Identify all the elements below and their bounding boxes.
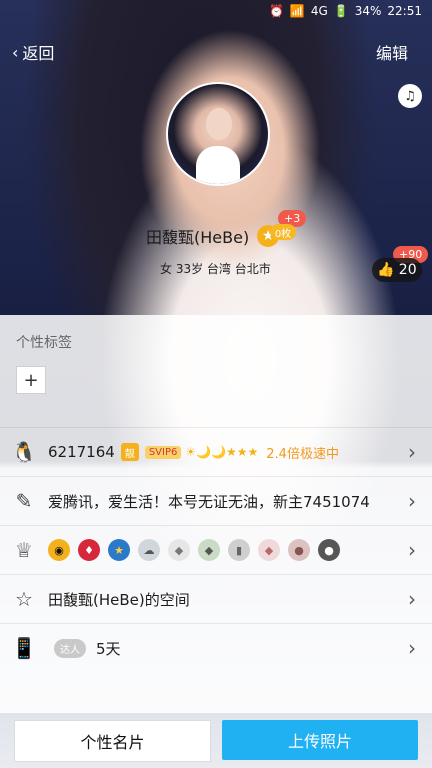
signature-row[interactable]: ✎ 爱腾讯，爱生活！本号无证无油，新主7451074 › bbox=[0, 476, 432, 525]
qq-number: 6217164 bbox=[48, 443, 115, 461]
signature-text: 爱腾讯，爱生活！本号无证无油，新主7451074 bbox=[48, 492, 370, 511]
coin-badge: 0枚 bbox=[270, 224, 296, 240]
talent-badge: 达人 bbox=[54, 638, 86, 658]
chevron-right-icon: › bbox=[408, 489, 416, 513]
badges-row[interactable]: ♕ ◉ ♦ ★ ☁ ◆ ◆ ▮ ◆ ● ● › bbox=[0, 525, 432, 574]
avatar[interactable] bbox=[166, 82, 270, 186]
qq-row[interactable]: 🐧 6217164 靓 SVIP6 ☀🌙🌙★★★ 2.4倍极速中 › bbox=[0, 427, 432, 476]
battery-icon: 🔋 bbox=[333, 4, 349, 18]
tag-badge: ● bbox=[288, 539, 310, 561]
chevron-right-icon: › bbox=[408, 440, 416, 464]
cute-number-badge: 靓 bbox=[120, 443, 139, 461]
card-badge: ▮ bbox=[228, 539, 250, 561]
upload-photo-button[interactable]: 上传照片 bbox=[222, 720, 418, 760]
clock: 22:51 bbox=[387, 4, 422, 18]
qq-icon: 🐧 bbox=[11, 440, 37, 464]
personal-card-button[interactable]: 个性名片 bbox=[14, 720, 211, 762]
pot-badge: ● bbox=[318, 539, 340, 561]
pencil-icon: ✎ bbox=[15, 489, 33, 513]
tags-title: 个性标签 bbox=[16, 335, 72, 351]
blue-star-badge: ★ bbox=[108, 539, 130, 561]
wifi-icon: 📶 bbox=[289, 4, 305, 18]
top-bar: ‹ 返回 编辑 bbox=[0, 30, 432, 74]
chevron-left-icon: ‹ bbox=[12, 42, 19, 62]
like-count: 20 bbox=[398, 262, 417, 278]
qq-yellow-badge: ◉ bbox=[48, 539, 70, 561]
svip-badge: SVIP6 bbox=[144, 445, 182, 459]
chevron-right-icon: › bbox=[408, 538, 416, 562]
phone-wings-icon: 📱 bbox=[11, 636, 37, 660]
space-row[interactable]: ☆ 田馥甄(HeBe)的空间 › bbox=[0, 574, 432, 623]
profile-subinfo: 女 33岁 台湾 台北市 bbox=[160, 262, 271, 276]
chevron-right-icon: › bbox=[408, 587, 416, 611]
badges-list: ◉ ♦ ★ ☁ ◆ ◆ ▮ ◆ ● ● bbox=[48, 539, 340, 561]
chevron-right-icon: › bbox=[408, 636, 416, 660]
star-icon: ☆ bbox=[15, 587, 33, 611]
days-row[interactable]: 📱 达人 5天 › bbox=[0, 623, 432, 672]
like-button[interactable]: 👍 20 bbox=[372, 258, 422, 282]
level-stars: ☀🌙🌙★★★ bbox=[185, 445, 259, 459]
add-tag-button[interactable]: + bbox=[16, 366, 46, 394]
diamond-gray-badge: ◆ bbox=[168, 539, 190, 561]
network-label: 4G bbox=[310, 4, 328, 18]
pink-diamond-badge: ◆ bbox=[258, 539, 280, 561]
green-diamond-badge: ◆ bbox=[198, 539, 220, 561]
battery-level: 34% bbox=[354, 4, 382, 18]
avatar-body bbox=[196, 146, 240, 184]
crown-outline-icon: ♕ bbox=[15, 538, 33, 562]
profile-name: 田馥甄(HeBe) bbox=[146, 228, 250, 247]
status-bar: ⏰ 📶 4G 🔋 34% 22:51 bbox=[0, 0, 432, 26]
red-diamond-badge: ♦ bbox=[78, 539, 100, 561]
music-icon[interactable]: ♫ bbox=[398, 84, 422, 108]
back-button[interactable]: ‹ 返回 bbox=[12, 40, 54, 64]
cloud-badge: ☁ bbox=[138, 539, 160, 561]
days-value: 5天 bbox=[96, 639, 121, 658]
edit-button[interactable]: 编辑 bbox=[376, 40, 408, 64]
alarm-icon: ⏰ bbox=[268, 4, 284, 18]
back-label: 返回 bbox=[22, 44, 55, 63]
avatar-face bbox=[206, 108, 232, 140]
status-icons: ⏰ 📶 4G 🔋 34% 22:51 bbox=[269, 4, 422, 18]
thumbs-up-icon: 👍 bbox=[377, 262, 395, 278]
speed-text: 2.4倍极速中 bbox=[266, 446, 339, 462]
name-row: 田馥甄(HeBe) ★ bbox=[146, 224, 280, 248]
space-title: 田馥甄(HeBe)的空间 bbox=[48, 590, 190, 609]
